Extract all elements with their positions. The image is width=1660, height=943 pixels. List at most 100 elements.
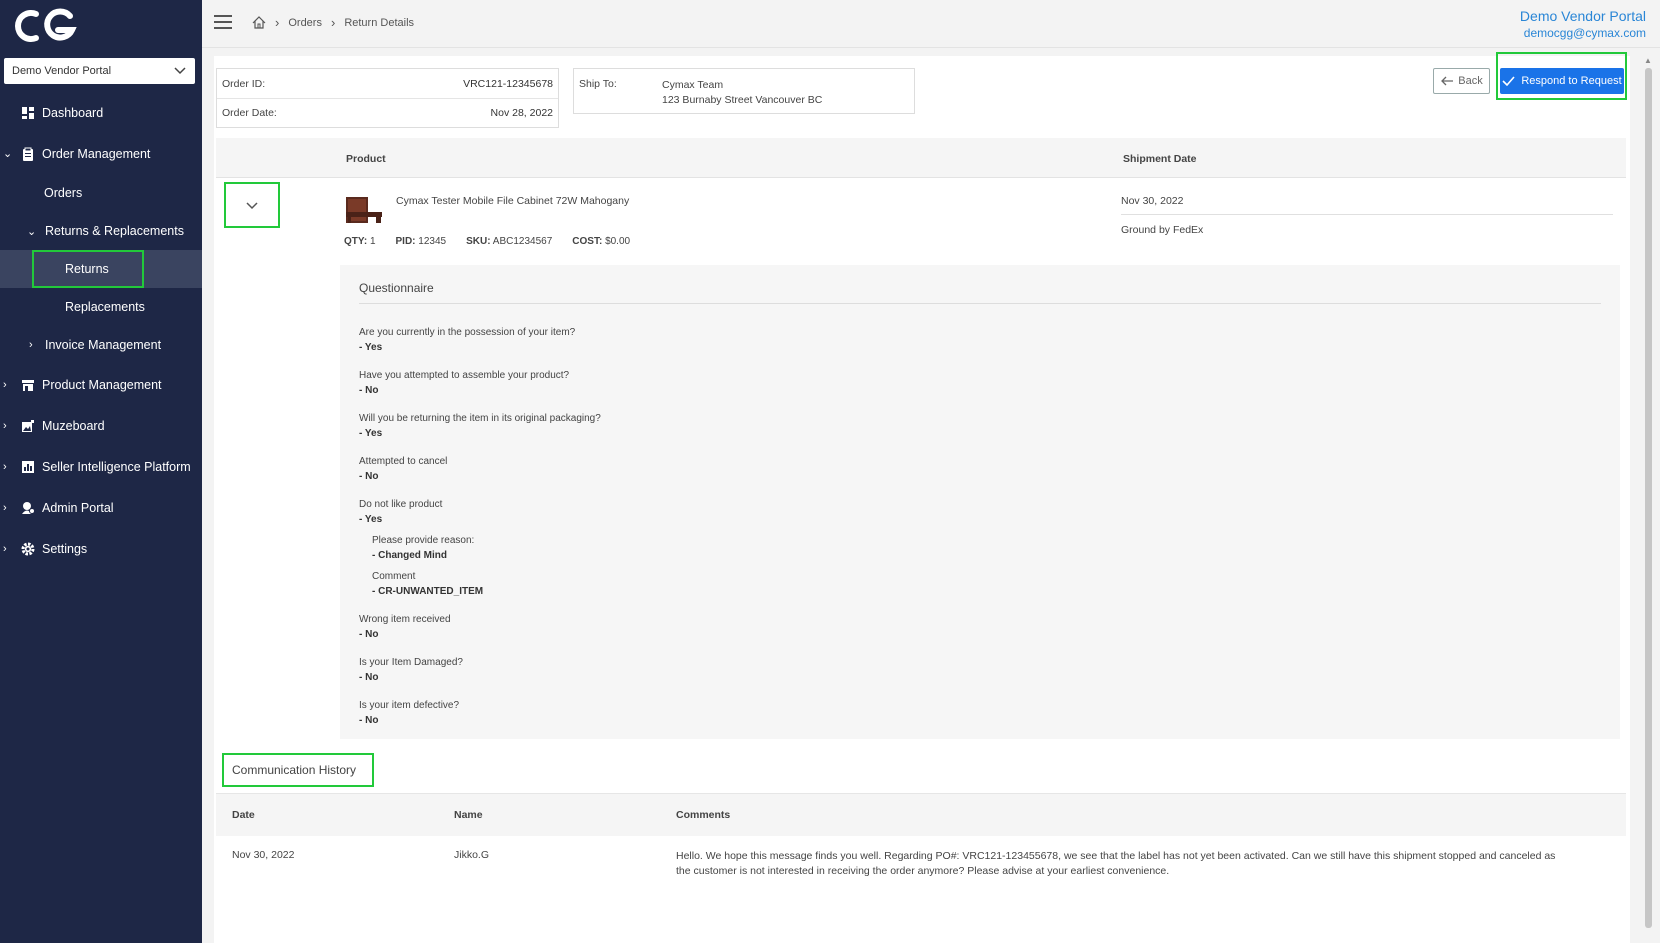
chevron-right-icon: › <box>275 15 280 30</box>
breadcrumb-orders[interactable]: Orders <box>288 17 322 29</box>
breadcrumb-return-details: Return Details <box>344 16 415 29</box>
home-icon[interactable] <box>252 16 266 29</box>
sidebar-item-product-management[interactable]: › Product Management <box>0 364 202 405</box>
respond-to-request-button[interactable]: Respond to Request <box>1500 68 1624 94</box>
sidebar-item-settings[interactable]: › Settings <box>0 528 202 569</box>
top-bar: › Orders › Return Details Demo Vendor Po… <box>202 0 1660 48</box>
sidebar-item-label: Returns <box>65 262 109 276</box>
comment-label: Comment <box>372 571 416 582</box>
product-column-header: Product <box>346 153 386 165</box>
hamburger-menu-icon[interactable] <box>214 15 232 29</box>
date-column-header: Date <box>232 809 255 821</box>
admin-icon <box>22 501 35 514</box>
back-button-label: Back <box>1458 75 1483 87</box>
order-date-label: Order Date: <box>222 107 277 119</box>
sidebar-item-orders[interactable]: Orders <box>0 174 202 212</box>
user-name: Demo Vendor Portal <box>1519 8 1646 24</box>
vertical-scrollbar[interactable]: ▲ <box>1642 56 1654 943</box>
sidebar-item-invoice-management[interactable]: › Invoice Management <box>0 326 202 364</box>
portal-select[interactable]: Demo Vendor Portal <box>4 58 195 84</box>
question-text: Is your Item Damaged? <box>359 657 463 668</box>
question-text: Do not like product <box>359 499 443 510</box>
question-text: Wrong item received <box>359 614 451 625</box>
sidebar-item-admin-portal[interactable]: › Admin Portal <box>0 487 202 528</box>
question-answer: - No <box>359 629 379 640</box>
product-name: Cymax Tester Mobile File Cabinet 72W Mah… <box>396 195 630 207</box>
question-item: Are you currently in the possession of y… <box>359 325 1259 355</box>
sidebar-item-seller-intelligence[interactable]: › Seller Intelligence Platform <box>0 446 202 487</box>
order-date-value: Nov 28, 2022 <box>490 107 553 119</box>
store-icon <box>22 379 34 391</box>
check-icon <box>1502 76 1515 86</box>
cg-logo[interactable] <box>10 6 80 46</box>
bar-chart-icon <box>22 460 34 473</box>
gear-icon <box>21 542 35 555</box>
sidebar-item-label: Order Management <box>42 146 151 161</box>
scrollbar-thumb[interactable] <box>1645 68 1652 928</box>
expand-row-button[interactable] <box>224 182 280 228</box>
question-item: Is your item defective? - No <box>359 698 1259 728</box>
question-answer: - Yes <box>359 342 383 353</box>
question-text: Have you attempted to assemble your prod… <box>359 370 570 381</box>
question-answer: - No <box>359 672 379 683</box>
sidebar-item-order-management[interactable]: ⌄ Order Management <box>0 133 202 174</box>
sidebar-nav: Dashboard ⌄ Order Management Orders ⌄ Re… <box>0 92 202 569</box>
divider <box>1121 214 1613 215</box>
order-id-label: Order ID: <box>222 77 266 90</box>
question-item: Wrong item received - No <box>359 612 1259 642</box>
sidebar-item-muzeboard[interactable]: › Muzeboard <box>0 405 202 446</box>
clipboard-icon <box>23 147 33 161</box>
sidebar-item-returns-replacements[interactable]: ⌄ Returns & Replacements <box>0 212 202 250</box>
sidebar-item-dashboard[interactable]: Dashboard <box>0 92 202 133</box>
image-edit-icon <box>22 419 34 432</box>
user-info[interactable]: Demo Vendor Portal democgg@cymax.com <box>1520 8 1646 40</box>
comments-column-header: Comments <box>676 809 731 821</box>
sku-label: SKU: <box>466 236 491 247</box>
product-thumbnail <box>346 197 382 223</box>
table-row: Nov 30, 2022 Jikko.G Hello. We hope this… <box>216 837 1626 887</box>
pid-value: 12345 <box>418 236 447 247</box>
pid-label: PID: <box>395 236 416 247</box>
portal-select-value: Demo Vendor Portal <box>12 65 112 77</box>
question-text: Is your item defective? <box>359 700 460 711</box>
question-answer: - Yes <box>359 514 383 525</box>
chevron-down-icon <box>174 67 186 75</box>
sidebar-item-label: Replacements <box>65 300 145 314</box>
shipment-date: Nov 30, 2022 <box>1121 195 1184 207</box>
chevron-right-icon: › <box>3 378 7 391</box>
question-answer: - No <box>359 385 379 396</box>
main-content: Order ID: VRC121-12345678 Order Date: No… <box>214 52 1630 943</box>
question-item: Do not like product - Yes Please provide… <box>359 497 1259 599</box>
sidebar-item-label: Returns & Replacements <box>45 224 184 238</box>
back-button[interactable]: Back <box>1433 68 1490 94</box>
sidebar-item-label: Seller Intelligence Platform <box>42 459 191 474</box>
order-id-value: VRC121-12345678 <box>463 77 553 90</box>
question-text: Attempted to cancel <box>359 456 448 467</box>
reason-value: - Changed Mind <box>372 550 447 561</box>
chevron-right-icon: › <box>29 339 33 351</box>
sidebar-item-label: Orders <box>44 186 83 200</box>
sidebar: Demo Vendor Portal Dashboard ⌄ Order Man… <box>0 0 202 943</box>
cost-value: $0.00 <box>605 236 631 247</box>
sidebar-item-label: Product Management <box>42 377 162 392</box>
sku-value: ABC1234567 <box>492 236 553 247</box>
scroll-up-icon[interactable]: ▲ <box>1644 56 1652 65</box>
questionnaire-title: Questionnaire <box>359 281 434 295</box>
chevron-right-icon: › <box>3 460 7 473</box>
breadcrumb: › Orders › Return Details <box>252 15 414 30</box>
name-column-header: Name <box>454 809 483 821</box>
sidebar-item-label: Settings <box>42 541 88 556</box>
question-text: Are you currently in the possession of y… <box>359 327 576 338</box>
sidebar-item-replacements[interactable]: Replacements <box>0 288 202 326</box>
chevron-right-icon: › <box>330 15 336 30</box>
question-text: Will you be returning the item in its or… <box>359 413 601 424</box>
question-item: Will you be returning the item in its or… <box>359 411 1259 441</box>
communication-history-section: Communication History Date Name Comments… <box>216 749 1626 943</box>
sidebar-item-returns[interactable]: Returns <box>0 250 202 288</box>
question-item: Attempted to cancel - No <box>359 454 1259 484</box>
questionnaire-panel: Questionnaire Are you currently in the p… <box>340 265 1620 739</box>
chevron-down-icon: ⌄ <box>3 148 13 160</box>
cost-label: COST: <box>572 236 603 247</box>
reason-label: Please provide reason: <box>372 535 475 546</box>
product-meta: QTY: 1 PID: 12345 SKU: ABC1234567 COST: … <box>344 236 630 247</box>
